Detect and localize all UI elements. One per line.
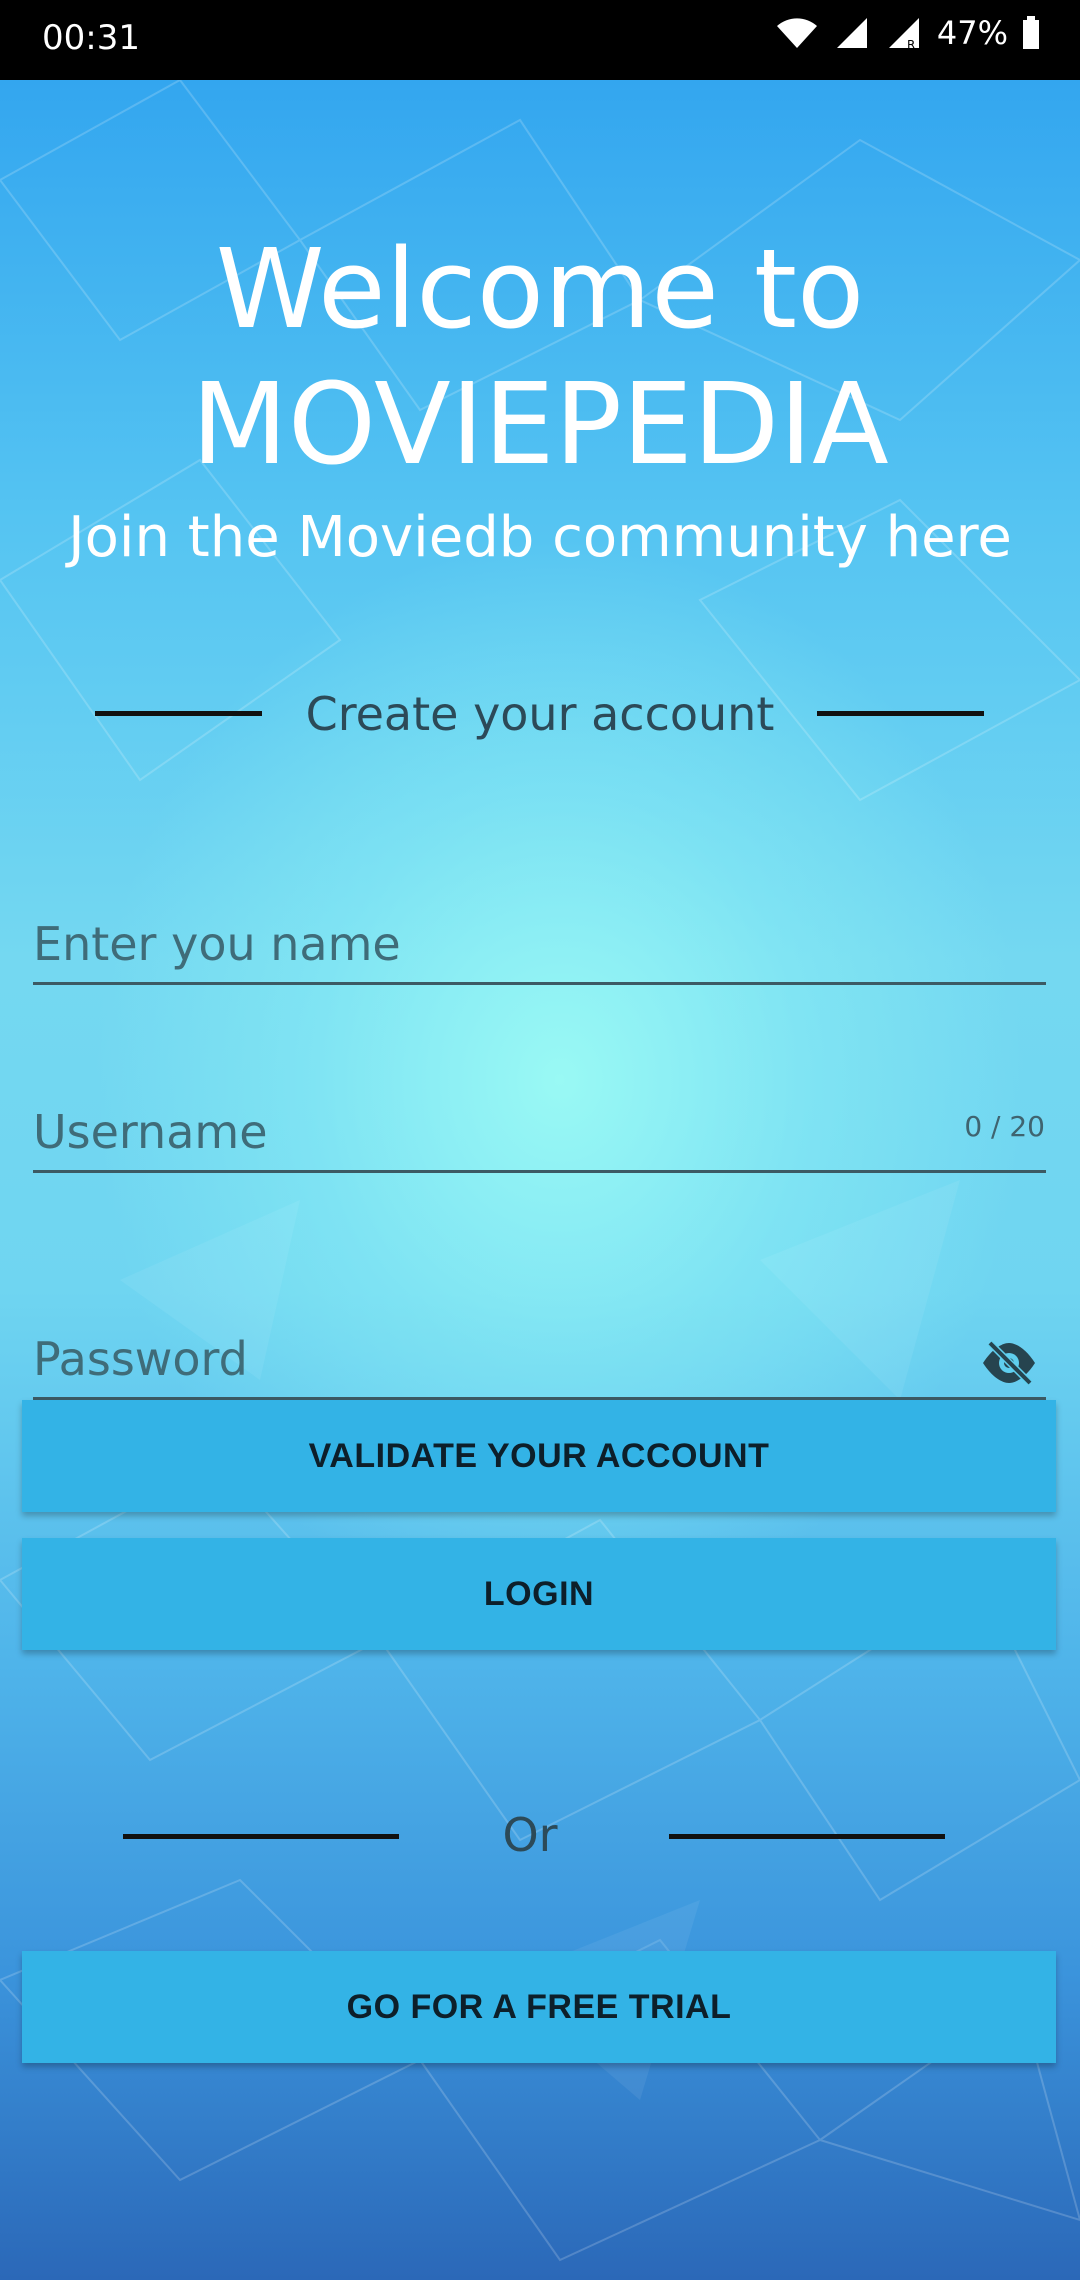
name-field — [33, 902, 1046, 985]
wifi-icon — [776, 18, 817, 48]
username-char-counter: 0 / 20 — [964, 1110, 1045, 1143]
validate-account-button[interactable]: VALIDATE YOUR ACCOUNT — [22, 1400, 1056, 1512]
svg-text:R: R — [907, 38, 915, 50]
status-time: 00:31 — [42, 18, 140, 58]
signup-screen: Welcome to MOVIEPEDIA Join the Moviedb c… — [0, 80, 1080, 2280]
status-icons: R 47% — [775, 14, 1040, 52]
visibility-off-icon[interactable] — [980, 1339, 1038, 1387]
password-input[interactable] — [33, 1329, 933, 1389]
divider-right — [817, 711, 984, 716]
battery-percent: 47% — [936, 14, 1008, 52]
free-trial-button[interactable]: GO FOR A FREE TRIAL — [22, 1951, 1056, 2063]
name-input[interactable] — [33, 914, 933, 974]
username-field — [33, 1090, 1046, 1173]
password-field — [33, 1317, 1046, 1400]
battery-icon — [1023, 16, 1039, 49]
signal-icon — [836, 18, 867, 48]
login-button[interactable]: LOGIN — [22, 1538, 1056, 1650]
subtitle: Join the Moviedb community here — [68, 505, 1012, 570]
or-divider-right — [669, 1834, 945, 1839]
welcome-heading: Welcome to — [215, 225, 865, 353]
username-input[interactable] — [33, 1102, 933, 1162]
status-bar: 00:31 R 47% — [0, 0, 1080, 80]
signal-roaming-icon: R — [888, 18, 919, 50]
app-name-heading: MOVIEPEDIA — [191, 360, 889, 490]
